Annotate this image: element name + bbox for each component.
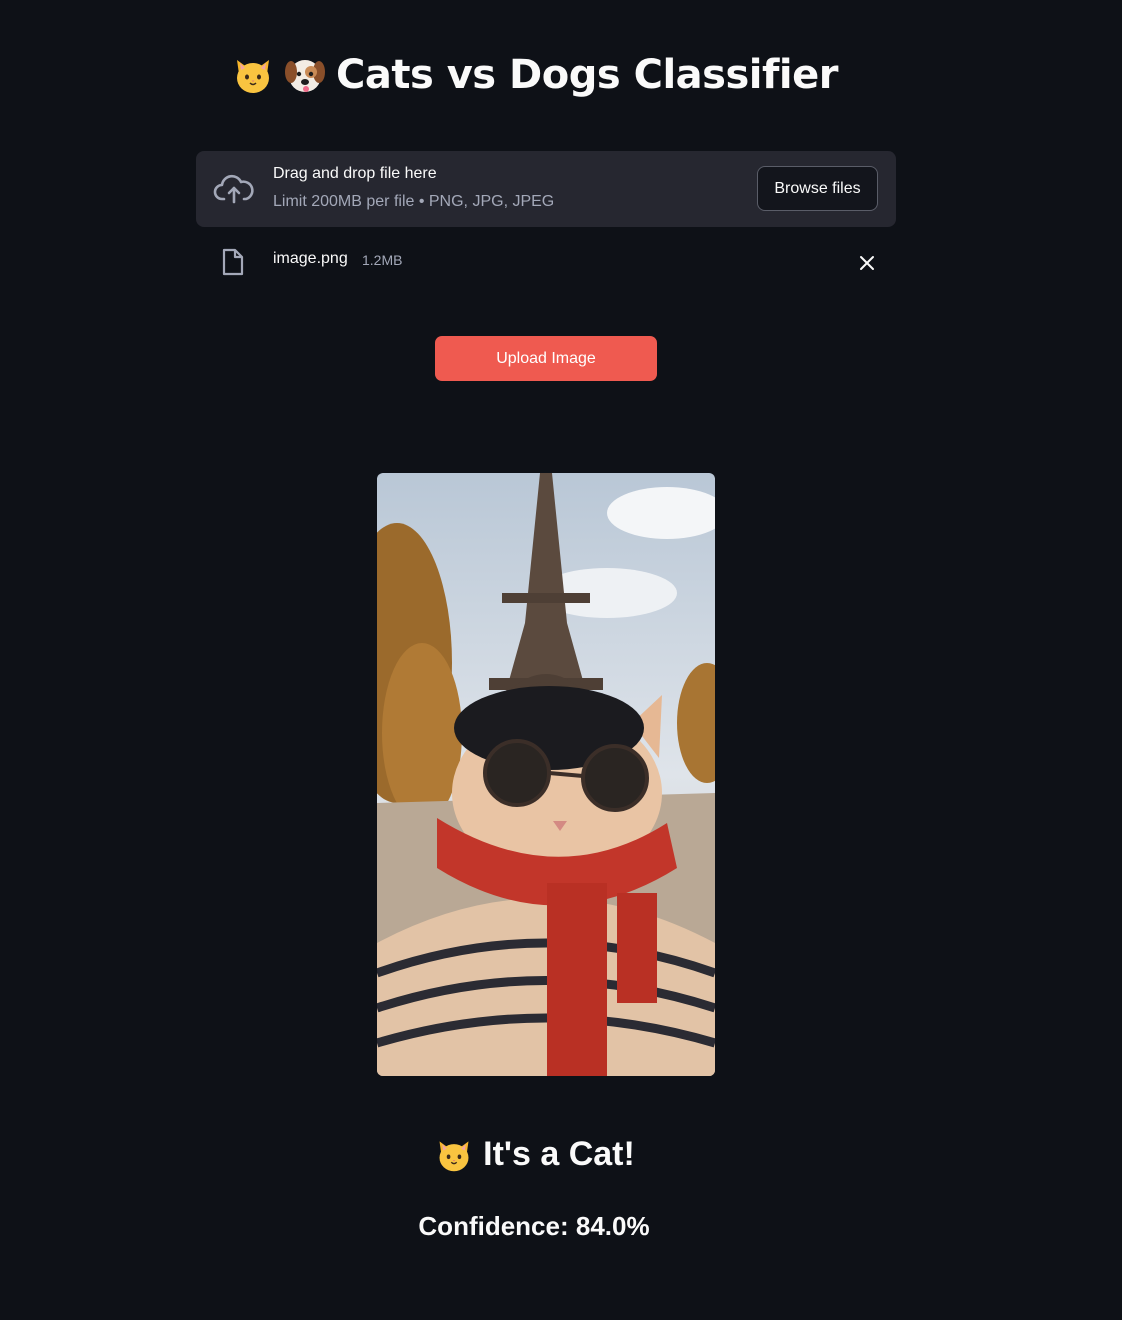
page-title-text: Cats vs Dogs Classifier bbox=[336, 52, 838, 98]
dropzone-instructions: Drag and drop file here bbox=[273, 165, 437, 182]
file-name: image.png bbox=[273, 250, 348, 267]
page-title: Cats vs Dogs Classifier bbox=[0, 52, 1070, 98]
file-size: 1.2MB bbox=[362, 252, 403, 268]
uploaded-cat-photo bbox=[377, 473, 715, 1076]
confidence-score: Confidence: 84.0% bbox=[418, 1211, 650, 1241]
dropzone-limit-text: Limit 200MB per file • PNG, JPG, JPEG bbox=[273, 193, 555, 210]
browse-files-button[interactable]: Browse files bbox=[757, 166, 878, 211]
cat-face-icon bbox=[435, 1136, 473, 1174]
cat-face-icon bbox=[232, 54, 274, 96]
dog-face-icon bbox=[284, 54, 326, 96]
prediction-text: It's a Cat! bbox=[483, 1135, 635, 1173]
file-icon bbox=[221, 248, 245, 276]
file-uploader-dropzone[interactable]: Drag and drop file here Limit 200MB per … bbox=[196, 151, 896, 227]
close-icon[interactable] bbox=[858, 254, 876, 272]
upload-image-button[interactable]: Upload Image bbox=[435, 336, 657, 381]
prediction-result: It's a Cat! bbox=[0, 1135, 1070, 1174]
uploaded-file-item: image.png 1.2MB bbox=[196, 240, 896, 284]
cloud-upload-icon bbox=[213, 173, 255, 205]
